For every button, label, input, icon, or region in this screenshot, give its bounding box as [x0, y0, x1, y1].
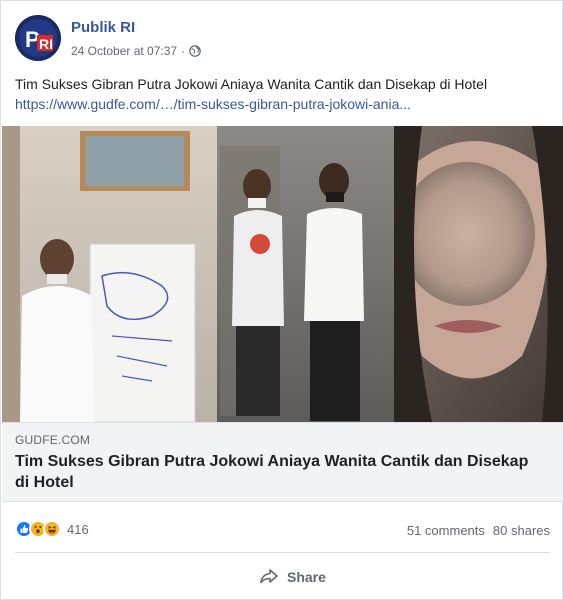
- link-preview-image[interactable]: [2, 126, 563, 422]
- meta-separator: ·: [181, 44, 186, 58]
- page-avatar[interactable]: P RI: [15, 15, 61, 61]
- page-name[interactable]: Publik RI: [71, 19, 135, 36]
- reactions-summary[interactable]: 416: [15, 520, 89, 538]
- svg-text:RI: RI: [39, 36, 53, 52]
- globe-icon: [189, 45, 201, 57]
- post-stats: 416 51 comments 80 shares: [15, 519, 550, 543]
- reaction-count: 416: [67, 521, 89, 537]
- link-title[interactable]: Tim Sukses Gibran Putra Jokowi Aniaya Wa…: [15, 451, 535, 493]
- engagement-counts: 51 comments 80 shares: [407, 523, 550, 538]
- action-divider: [15, 552, 550, 553]
- shares-count[interactable]: 80 shares: [493, 523, 550, 538]
- share-button[interactable]: Share: [259, 564, 326, 590]
- post-meta: 24 October at 07:37 ·: [71, 44, 201, 58]
- post-text: Tim Sukses Gibran Putra Jokowi Aniaya Wa…: [15, 76, 488, 92]
- haha-icon: [43, 520, 61, 538]
- post-header: P RI Publik RI 24 October at 07:37 ·: [15, 15, 545, 61]
- link-domain: GUDFE.COM: [15, 433, 91, 447]
- share-label: Share: [287, 569, 326, 585]
- link-card[interactable]: GUDFE.COM Tim Sukses Gibran Putra Jokowi…: [2, 422, 563, 502]
- comments-count[interactable]: 51 comments: [407, 523, 485, 538]
- facebook-post: P RI Publik RI 24 October at 07:37 · Tim…: [0, 0, 563, 600]
- post-timestamp[interactable]: 24 October at 07:37: [71, 44, 177, 58]
- post-link[interactable]: https://www.gudfe.com/…/tim-sukses-gibra…: [15, 94, 550, 114]
- share-arrow-icon: [259, 568, 279, 587]
- preview-photo-collage: [2, 126, 563, 422]
